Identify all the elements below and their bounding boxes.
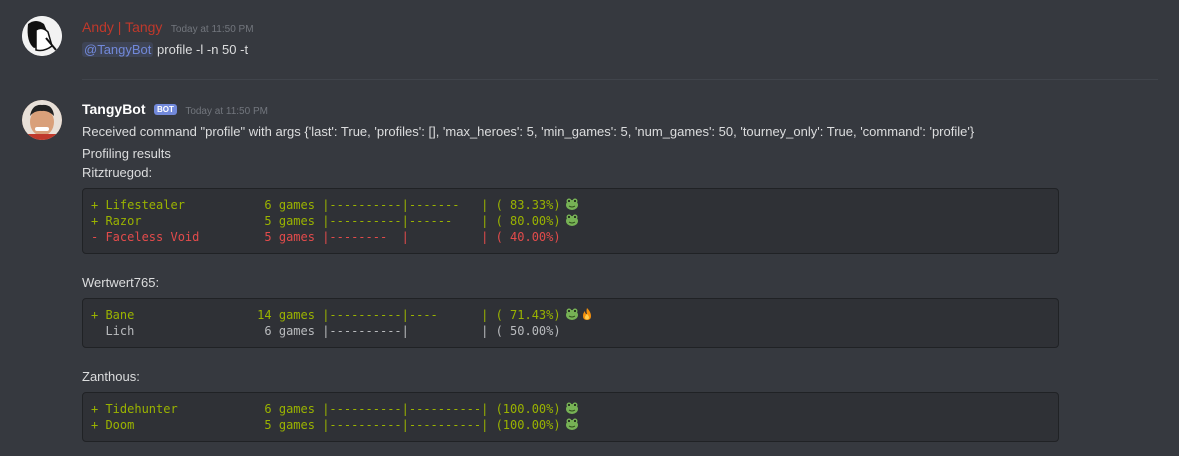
- hero-row-text: - Faceless Void 5 games |-------- | | ( …: [91, 230, 561, 244]
- timestamp: Today at 11:50 PM: [170, 24, 254, 35]
- message-tangybot: TangyBot BOT Today at 11:50 PM Received …: [0, 88, 1179, 456]
- hero-row: + Razor 5 games |----------|------ | ( 8…: [91, 213, 579, 229]
- hero-row: + Bane 14 games |----------|---- | ( 71.…: [91, 307, 594, 323]
- bot-badge: BOT: [153, 104, 177, 115]
- frog-icon: [565, 402, 578, 414]
- frog-icon: [565, 198, 578, 210]
- hero-row-text: + Razor 5 games |----------|------ | ( 8…: [91, 214, 561, 228]
- code-block: + Lifestealer 6 games |----------|------…: [82, 188, 1059, 254]
- profiling-results-label: Profiling results: [82, 146, 171, 161]
- frog-icon: [565, 308, 578, 320]
- frog-icon: [565, 214, 578, 226]
- code-block: + Tidehunter 6 games |----------|-------…: [82, 392, 1059, 442]
- hero-row: Lich 6 games |----------| | ( 50.00%): [91, 323, 561, 339]
- mention-tangybot[interactable]: @TangyBot: [82, 42, 154, 57]
- player-name: Ritztruegod:: [82, 165, 153, 180]
- avatar-andy[interactable]: [22, 16, 62, 56]
- hero-row-text: + Lifestealer 6 games |----------|------…: [91, 198, 561, 212]
- fire-icon: [582, 308, 591, 320]
- player-name: Wertwert765:: [82, 275, 160, 290]
- message-divider: [82, 79, 1158, 80]
- hero-row: + Doom 5 games |----------|----------| (…: [91, 417, 579, 433]
- message-content: @TangyBot profile -l -n 50 -t: [82, 42, 248, 57]
- player-name: Zanthous:: [82, 369, 140, 384]
- message-header: TangyBot BOT Today at 11:50 PM: [82, 101, 268, 119]
- command-text: profile -l -n 50 -t: [157, 42, 249, 57]
- username-tangybot[interactable]: TangyBot: [82, 101, 146, 117]
- hero-row: + Tidehunter 6 games |----------|-------…: [91, 401, 579, 417]
- code-block: + Bane 14 games |----------|---- | ( 71.…: [82, 298, 1059, 348]
- timestamp: Today at 11:50 PM: [185, 106, 268, 117]
- hero-row-text: + Tidehunter 6 games |----------|-------…: [91, 402, 561, 416]
- args-text: Received command "profile" with args {'l…: [82, 124, 975, 139]
- message-andy: Andy | Tangy Today at 11:50 PM @TangyBot…: [0, 0, 1179, 80]
- username-andy[interactable]: Andy | Tangy: [82, 19, 162, 35]
- message-header: Andy | Tangy Today at 11:50 PM: [82, 19, 254, 37]
- avatar-tangybot[interactable]: [22, 100, 62, 140]
- hero-row-text: Lich 6 games |----------| | ( 50.00%): [91, 324, 561, 338]
- frog-icon: [565, 418, 578, 430]
- hero-row: + Lifestealer 6 games |----------|------…: [91, 197, 579, 213]
- hero-row-text: + Bane 14 games |----------|---- | ( 71.…: [91, 308, 561, 322]
- hero-row: - Faceless Void 5 games |-------- | | ( …: [91, 229, 561, 245]
- hero-row-text: + Doom 5 games |----------|----------| (…: [91, 418, 561, 432]
